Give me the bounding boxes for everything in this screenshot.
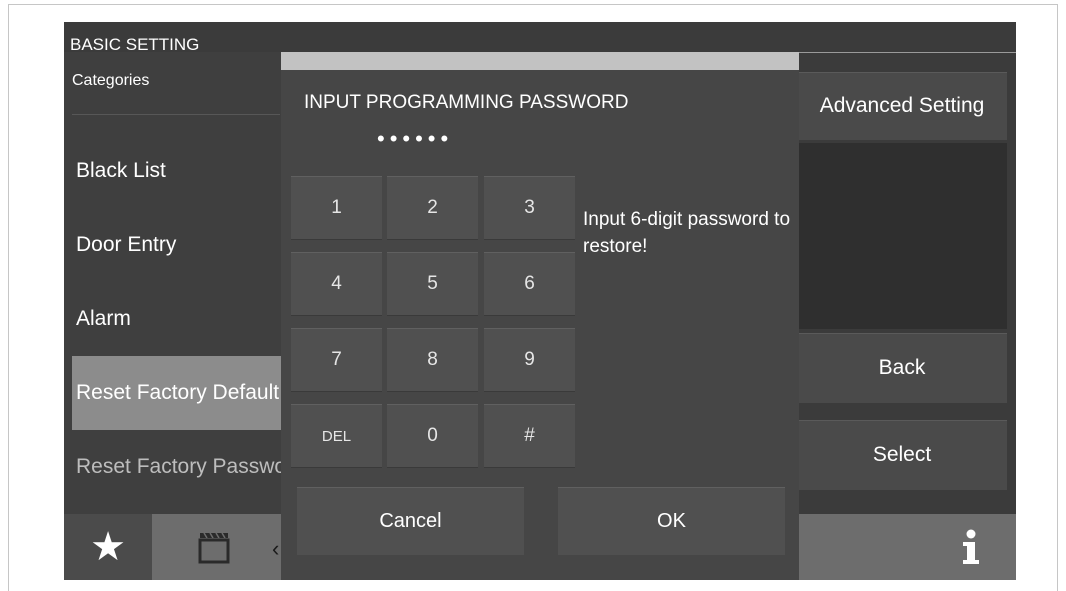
info-icon[interactable] bbox=[926, 514, 1016, 580]
key-5[interactable]: 5 bbox=[387, 252, 478, 316]
select-button[interactable]: Select bbox=[797, 420, 1007, 490]
clapperboard-icon[interactable] bbox=[152, 514, 280, 580]
frame-top-border bbox=[8, 4, 1058, 5]
star-icon[interactable]: ★ bbox=[64, 514, 152, 580]
arrow-left-icon[interactable]: ‹ bbox=[272, 536, 279, 562]
key-1[interactable]: 1 bbox=[291, 176, 382, 240]
key-9[interactable]: 9 bbox=[484, 328, 575, 392]
frame-left-border bbox=[8, 4, 9, 591]
back-button[interactable]: Back bbox=[797, 333, 1007, 403]
dialog-hint: Input 6-digit password to restore! bbox=[583, 209, 791, 257]
dialog-title: INPUT PROGRAMMING PASSWORD bbox=[304, 92, 629, 113]
advanced-setting-button[interactable]: Advanced Setting bbox=[797, 72, 1007, 140]
sidebar-header: Categories bbox=[72, 72, 280, 115]
sidebar-item-black-list[interactable]: Black List bbox=[72, 134, 282, 208]
key-7[interactable]: 7 bbox=[291, 328, 382, 392]
key-8[interactable]: 8 bbox=[387, 328, 478, 392]
key-4[interactable]: 4 bbox=[291, 252, 382, 316]
sidebar-item-alarm[interactable]: Alarm bbox=[72, 282, 282, 356]
key-2[interactable]: 2 bbox=[387, 176, 478, 240]
frame-right-border bbox=[1057, 4, 1058, 591]
sidebar-item-reset-factory-default[interactable]: Reset Factory Default bbox=[72, 356, 282, 430]
cancel-button[interactable]: Cancel bbox=[297, 487, 524, 555]
key-0[interactable]: 0 bbox=[387, 404, 478, 468]
password-dialog: INPUT PROGRAMMING PASSWORD •••••• 1 2 3 … bbox=[281, 52, 799, 580]
sidebar-item-door-entry[interactable]: Door Entry bbox=[72, 208, 282, 282]
key-del[interactable]: DEL bbox=[291, 404, 382, 468]
device-screen: BASIC SETTING Categories Black List Door… bbox=[64, 22, 1016, 580]
key-6[interactable]: 6 bbox=[484, 252, 575, 316]
key-hash[interactable]: # bbox=[484, 404, 575, 468]
key-3[interactable]: 3 bbox=[484, 176, 575, 240]
sidebar-item-reset-factory-password[interactable]: Reset Factory Password bbox=[72, 430, 282, 504]
password-field[interactable]: •••••• bbox=[377, 126, 453, 152]
right-panel-blank bbox=[797, 143, 1007, 329]
dialog-header-bar bbox=[281, 52, 799, 70]
ok-button[interactable]: OK bbox=[558, 487, 785, 555]
